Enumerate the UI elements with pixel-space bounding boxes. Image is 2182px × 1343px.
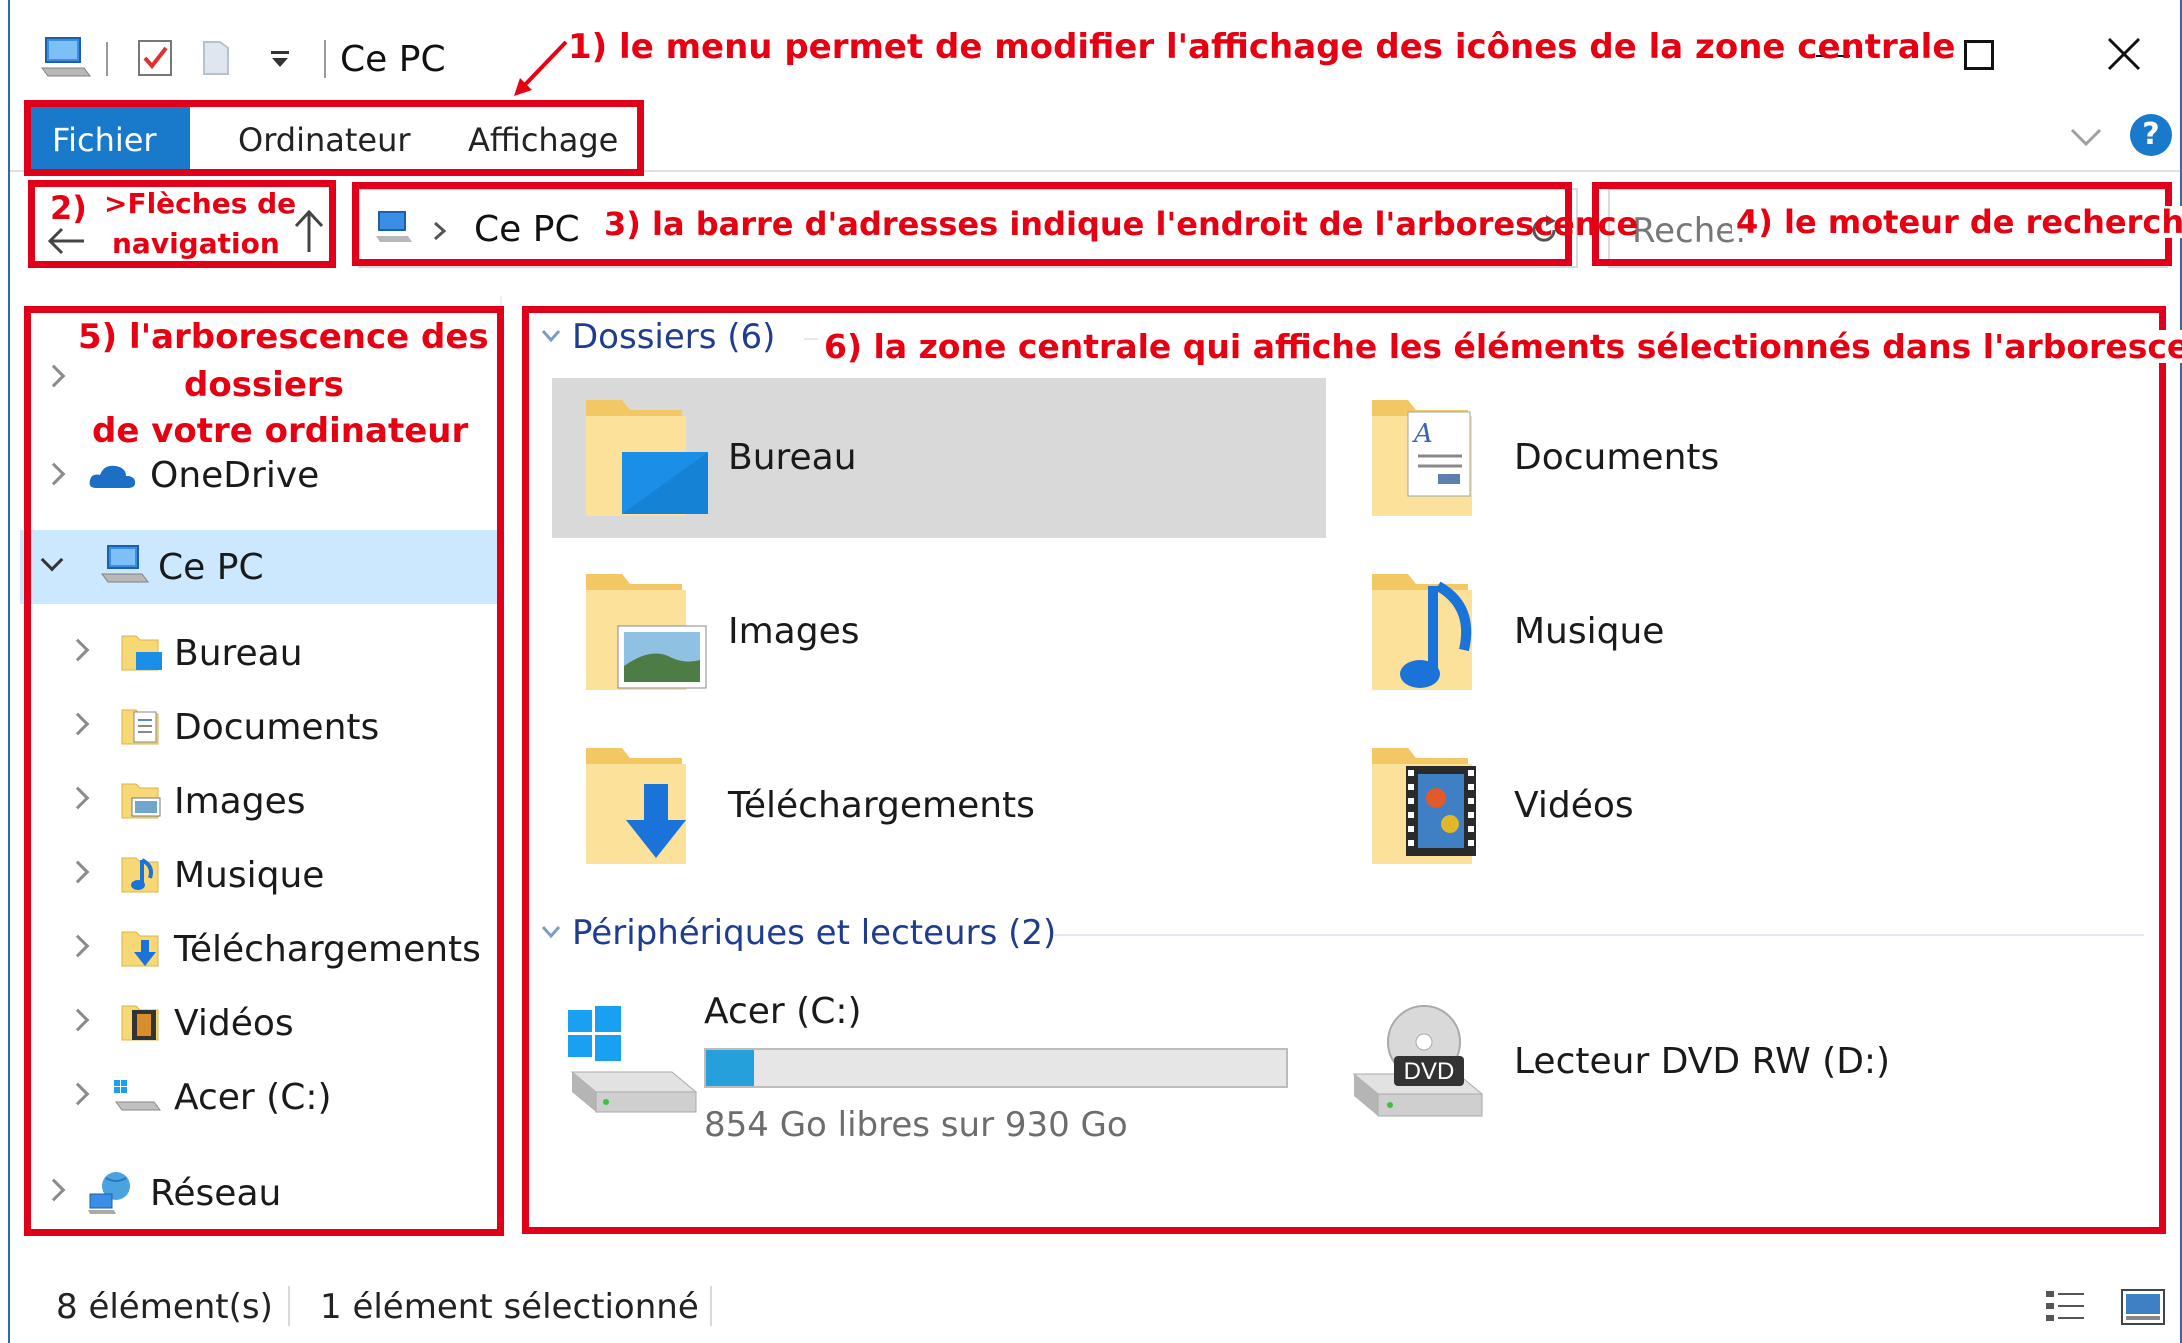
quick-access-dropdown-icon[interactable] bbox=[268, 48, 292, 70]
annotation-2-line1: >Flèches de bbox=[104, 187, 297, 220]
close-icon bbox=[2107, 37, 2141, 71]
status-bar: 8 élément(s) 1 élément sélectionné bbox=[10, 1272, 2180, 1342]
annotation-3: 3) la barre d'adresses indique l'endroit… bbox=[604, 205, 1639, 243]
maximize-icon bbox=[1964, 40, 1994, 70]
selection-status: 1 élément sélectionné bbox=[320, 1287, 699, 1327]
details-view-icon[interactable] bbox=[2044, 1288, 2088, 1326]
annotation-box-menu bbox=[24, 100, 644, 176]
annotation-5-line2: dossiers bbox=[184, 365, 344, 405]
annotation-6: 6) la zone centrale qui affiche les élém… bbox=[818, 330, 2182, 363]
annotation-box-content bbox=[522, 306, 2166, 1234]
window-title: Ce PC bbox=[340, 39, 446, 80]
computer-icon bbox=[41, 37, 91, 77]
new-folder-icon[interactable] bbox=[200, 38, 236, 78]
maximize-button[interactable] bbox=[1950, 20, 2014, 80]
annotation-2-line2: navigation bbox=[112, 227, 280, 260]
annotation-4: 4) le moteur de recherche bbox=[1732, 206, 2182, 238]
annotation-5-line3: de votre ordinateur bbox=[92, 411, 469, 451]
properties-icon[interactable] bbox=[136, 38, 174, 78]
annotation-5-line1: 5) l'arborescence des bbox=[78, 317, 489, 357]
annotation-1: 1) le menu permet de modifier l'affichag… bbox=[568, 27, 1956, 67]
item-count: 8 élément(s) bbox=[56, 1287, 273, 1327]
expand-ribbon-icon[interactable] bbox=[2068, 124, 2104, 148]
close-button[interactable] bbox=[2092, 20, 2156, 80]
help-icon[interactable]: ? bbox=[2130, 114, 2172, 156]
large-icons-view-icon[interactable] bbox=[2120, 1288, 2166, 1326]
annotation-2-number: 2) bbox=[50, 189, 87, 227]
annotation-arrow bbox=[514, 40, 568, 96]
